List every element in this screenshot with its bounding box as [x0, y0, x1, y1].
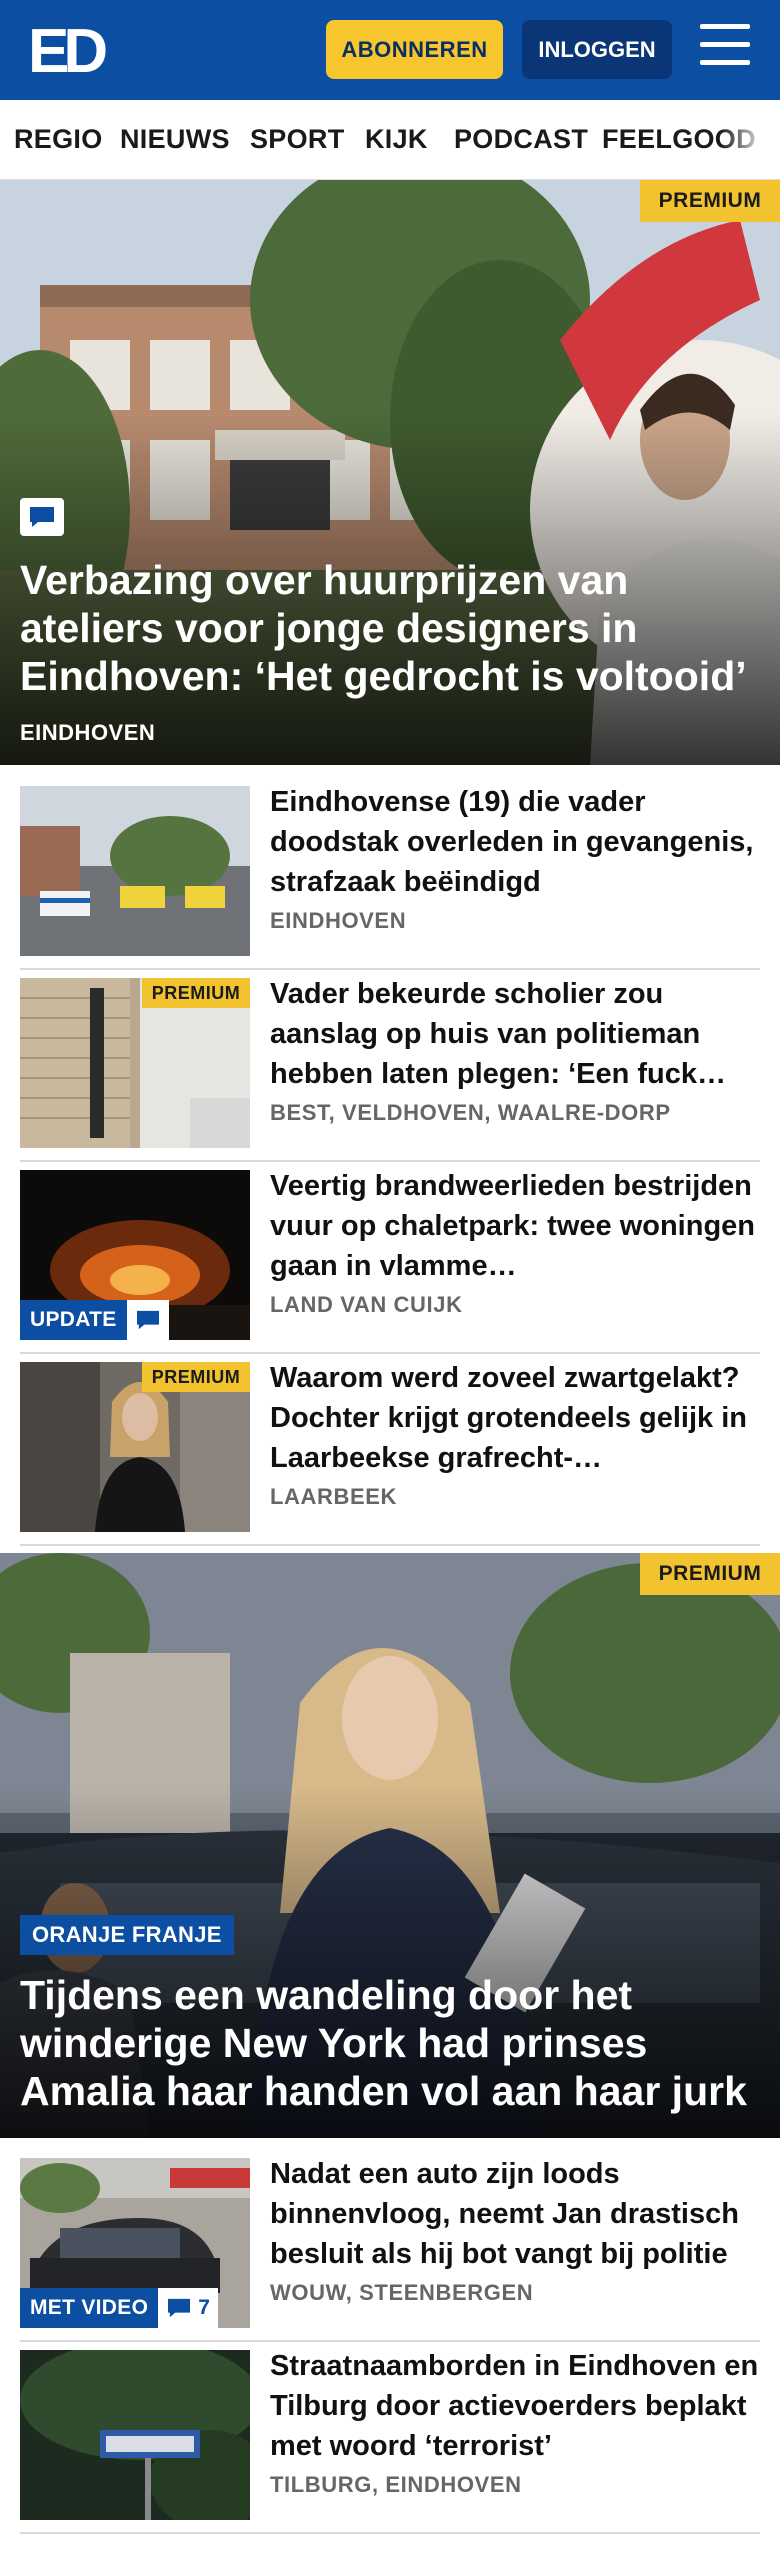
premium-badge: PREMIUM: [142, 978, 250, 1008]
article-location: WOUW, STEENBERGEN: [270, 2280, 534, 2305]
article-location: TILBURG, EINDHOVEN: [270, 2472, 522, 2497]
login-button[interactable]: INLOGGEN: [522, 20, 672, 79]
comment-icon: [20, 498, 64, 536]
article-headline[interactable]: Vader bekeurde scholier zou aanslag op h…: [270, 974, 760, 1094]
video-badge: MET VIDEO 7: [20, 2288, 218, 2328]
nav-fade: [720, 100, 780, 179]
premium-badge: PREMIUM: [640, 1553, 780, 1595]
premium-badge: PREMIUM: [142, 1362, 250, 1392]
thumbnail-woman: PREMIUM: [20, 1362, 250, 1532]
hero-location: EINDHOVEN: [20, 720, 156, 745]
hero-article-1[interactable]: PREMIUM Verbazing over huurprijzen van a…: [0, 180, 780, 765]
article-location: EINDHOVEN: [270, 908, 407, 933]
article-headline[interactable]: Nadat een auto zijn loods binnenvloog, n…: [270, 2154, 760, 2274]
video-label: MET VIDEO: [20, 2288, 159, 2328]
section-label[interactable]: ORANJE FRANJE: [20, 1915, 234, 1955]
nav-item-nieuws[interactable]: NIEUWS: [120, 124, 230, 155]
thumbnail-police: [20, 786, 250, 956]
update-badge: UPDATE: [20, 1300, 169, 1340]
ed-logo[interactable]: ED: [28, 20, 118, 78]
article-location: BEST, VELDHOVEN, WAALRE-DORP: [270, 1100, 671, 1125]
section-nav: REGIO NIEUWS SPORT KIJK PODCAST FEELGOOD: [0, 100, 780, 180]
subscribe-button[interactable]: ABONNEREN: [326, 20, 503, 79]
svg-text:ED: ED: [28, 20, 106, 78]
thumbnail-car: MET VIDEO 7: [20, 2158, 250, 2328]
article-headline[interactable]: Waarom werd zoveel zwartgelakt? Dochter …: [270, 1358, 760, 1478]
thumbnail-fire: UPDATE: [20, 1170, 250, 1340]
list-item[interactable]: Straatnaamborden in Eindhoven en Tilburg…: [20, 2344, 760, 2534]
hero-article-2[interactable]: PREMIUM ORANJE FRANJE Tijdens een wandel…: [0, 1553, 780, 2138]
article-headline[interactable]: Straatnaamborden in Eindhoven en Tilburg…: [270, 2346, 760, 2466]
list-item[interactable]: MET VIDEO 7 Nadat een auto zijn loods bi…: [20, 2152, 760, 2342]
thumbnail-house: PREMIUM: [20, 978, 250, 1148]
article-location: LAARBEEK: [270, 1484, 398, 1509]
article-location: LAND VAN CUIJK: [270, 1292, 463, 1317]
hero-headline[interactable]: Tijdens een wandeling door het winderige…: [20, 1971, 756, 2115]
list-item[interactable]: PREMIUM Vader bekeurde scholier zou aans…: [20, 972, 760, 1162]
nav-item-regio[interactable]: REGIO: [14, 124, 103, 155]
nav-item-kijk[interactable]: KIJK: [365, 124, 428, 155]
comment-icon: [126, 1300, 169, 1340]
list-item[interactable]: PREMIUM Waarom werd zoveel zwartgelakt? …: [20, 1356, 760, 1546]
hero-headline[interactable]: Verbazing over huurprijzen van ateliers …: [20, 556, 756, 700]
comment-icon: [168, 2298, 191, 2318]
top-header: ED ABONNEREN INLOGGEN: [0, 0, 780, 100]
comment-count-value: 7: [198, 2296, 210, 2319]
premium-badge: PREMIUM: [640, 180, 780, 222]
article-headline[interactable]: Veertig brandweerlieden bestrijden vuur …: [270, 1166, 760, 1286]
article-headline[interactable]: Eindhovense (19) die vader doodstak over…: [270, 782, 760, 902]
thumbnail-street-sign: [20, 2350, 250, 2520]
nav-item-podcast[interactable]: PODCAST: [454, 124, 588, 155]
menu-icon[interactable]: [700, 24, 754, 74]
list-item[interactable]: Eindhovense (19) die vader doodstak over…: [20, 780, 760, 970]
nav-item-sport[interactable]: SPORT: [250, 124, 345, 155]
list-item[interactable]: UPDATE Veertig brandweerlieden bestrijde…: [20, 1164, 760, 1354]
update-label: UPDATE: [20, 1300, 127, 1340]
comment-count: 7: [158, 2288, 218, 2328]
